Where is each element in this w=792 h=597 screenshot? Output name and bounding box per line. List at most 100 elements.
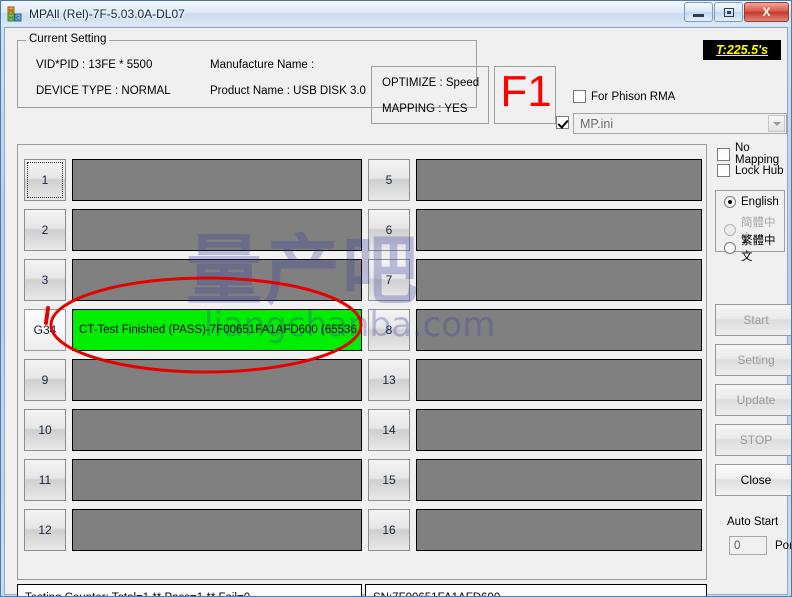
- title-bar: M H C MPAll (Rel)-7F-5.03.0A-DL07 X: [1, 1, 791, 26]
- port-button-label: 8: [385, 323, 393, 337]
- ports-panel: 1 2 3 G34 CT-Test Finished (PASS)-7F00651FA1…: [17, 144, 707, 580]
- radio-icon: [724, 242, 736, 254]
- current-setting-title: Current Setting: [26, 33, 110, 45]
- port-status-bar-7: [416, 259, 702, 301]
- language-option-traditional-chinese[interactable]: 繁體中文: [724, 232, 784, 264]
- optimize-label: OPTIMIZE : Speed: [382, 77, 480, 89]
- port-status-bar-9: [72, 359, 362, 401]
- port-button-label: 9: [41, 373, 49, 387]
- port-button-label: 7: [385, 273, 393, 287]
- close-button[interactable]: X: [744, 2, 789, 22]
- update-button[interactable]: Update: [715, 384, 791, 416]
- start-button[interactable]: Start: [715, 304, 791, 336]
- ini-file-value: MP.ini: [580, 116, 614, 131]
- for-phison-rma-checkbox[interactable]: For Phison RMA: [573, 90, 675, 103]
- checkbox-icon: [717, 164, 730, 177]
- optimize-group: OPTIMIZE : Speed MAPPING : YES: [371, 66, 489, 124]
- checkbox-icon: [717, 147, 730, 161]
- stop-button[interactable]: STOP: [715, 424, 791, 456]
- device-type-label: DEVICE TYPE : NORMAL: [36, 85, 171, 97]
- port-button-label: 15: [382, 473, 396, 487]
- no-mapping-checkbox[interactable]: No Mapping: [717, 142, 787, 166]
- svg-text:H: H: [9, 16, 13, 22]
- port-button-14[interactable]: 14: [368, 409, 410, 451]
- language-group: English 簡體中文 繁體中文: [715, 190, 785, 263]
- checkbox-icon: [573, 90, 586, 103]
- ini-enable-checkbox[interactable]: [556, 116, 574, 129]
- window-title: MPAll (Rel)-7F-5.03.0A-DL07: [29, 6, 185, 21]
- port-button-label: 1: [41, 173, 49, 187]
- auto-start-row: 0 Ports: [729, 536, 791, 555]
- port-button-label: 11: [38, 473, 52, 487]
- port-button-G34[interactable]: G34: [24, 309, 66, 351]
- port-button-8[interactable]: 8: [368, 309, 410, 351]
- port-status-bar-14: [416, 409, 702, 451]
- radio-selected-icon: [724, 196, 736, 208]
- close-icon: X: [762, 5, 771, 19]
- stop-button-label: STOP: [739, 433, 773, 447]
- setting-button[interactable]: Setting: [715, 344, 791, 376]
- port-button-label: 14: [382, 423, 396, 437]
- port-button-13[interactable]: 13: [368, 359, 410, 401]
- port-button-label: 2: [41, 223, 49, 237]
- ini-file-select[interactable]: MP.ini: [573, 113, 787, 134]
- testing-counter-status: Testing Counter: Total=1 ** Pass=1 ** Fa…: [17, 584, 362, 596]
- elapsed-timer: T:225.5's: [703, 40, 781, 60]
- close-action-button-label: Close: [740, 473, 772, 487]
- port-button-10[interactable]: 10: [24, 409, 66, 451]
- setting-button-label: Setting: [737, 353, 775, 367]
- port-status-bar-11: [72, 459, 362, 501]
- close-action-button[interactable]: Close: [715, 464, 791, 496]
- port-status-bar-16: [416, 509, 702, 551]
- port-status-bar-8: [416, 309, 702, 351]
- port-button-label: 12: [38, 523, 52, 537]
- port-status-bar-1: [72, 159, 362, 201]
- port-button-label: 6: [385, 223, 393, 237]
- port-button-16[interactable]: 16: [368, 509, 410, 551]
- elapsed-timer-value: T:225.5's: [715, 43, 769, 57]
- lock-hub-checkbox[interactable]: Lock Hub: [717, 164, 784, 177]
- port-button-1[interactable]: 1: [24, 159, 66, 201]
- control-sidebar: No Mapping Lock Hub English 簡體中文 繁體中文 St…: [711, 138, 791, 580]
- port-status-bar-2: [72, 209, 362, 251]
- port-button-15[interactable]: 15: [368, 459, 410, 501]
- auto-start-units-label: Ports: [775, 539, 791, 552]
- checkbox-checked-icon: [556, 116, 569, 129]
- port-button-5[interactable]: 5: [368, 159, 410, 201]
- port-button-12[interactable]: 12: [24, 509, 66, 551]
- window-controls: X: [683, 2, 789, 22]
- fw-tag-label: F1: [500, 67, 552, 116]
- language-label-english: English: [741, 196, 779, 208]
- port-status-bar-G34: CT-Test Finished (PASS)-7F00651FA1AFD600…: [72, 309, 362, 351]
- product-name-label: Product Name : USB DISK 3.0: [210, 85, 366, 97]
- port-button-6[interactable]: 6: [368, 209, 410, 251]
- update-button-label: Update: [736, 393, 776, 407]
- port-button-7[interactable]: 7: [368, 259, 410, 301]
- port-button-9[interactable]: 9: [24, 359, 66, 401]
- maximize-button[interactable]: [714, 2, 743, 22]
- auto-start-input[interactable]: 0: [729, 536, 767, 555]
- port-button-2[interactable]: 2: [24, 209, 66, 251]
- port-button-label: 13: [382, 373, 396, 387]
- port-status-bar-5: [416, 159, 702, 201]
- port-button-3[interactable]: 3: [24, 259, 66, 301]
- svg-text:C: C: [16, 16, 20, 22]
- port-button-11[interactable]: 11: [24, 459, 66, 501]
- client-area: Current Setting VID*PID : 13FE * 5500 DE…: [4, 27, 791, 596]
- lock-hub-label: Lock Hub: [735, 164, 784, 177]
- chevron-down-icon[interactable]: [768, 115, 785, 132]
- start-button-label: Start: [743, 313, 769, 327]
- port-status-bar-15: [416, 459, 702, 501]
- port-button-label: 16: [382, 523, 396, 537]
- maximize-icon: [723, 7, 734, 17]
- serial-number-status: SN:7F00651FA1AFD600: [365, 584, 707, 596]
- minimize-icon: [693, 14, 704, 17]
- application-window: M H C MPAll (Rel)-7F-5.03.0A-DL07 X Curr…: [0, 0, 792, 597]
- fw-tag-group: F1: [494, 66, 556, 124]
- port-button-label: 5: [385, 173, 393, 187]
- language-option-english[interactable]: English: [724, 196, 779, 208]
- minimize-button[interactable]: [684, 2, 713, 22]
- port-button-label: 3: [41, 273, 49, 287]
- port-status-text: CT-Test Finished (PASS)-7F00651FA1AFD600…: [79, 324, 362, 336]
- app-blocks-icon: M H C: [7, 6, 23, 22]
